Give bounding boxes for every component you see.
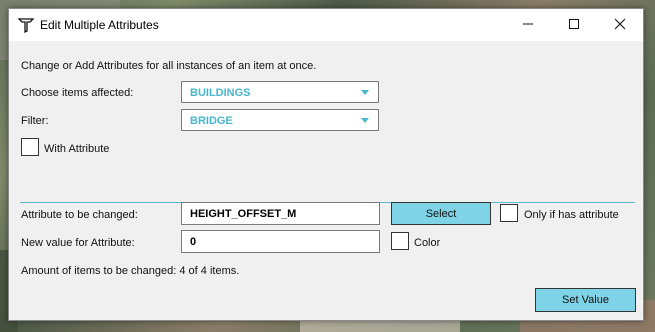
filter-value: BRIDGE [190, 115, 233, 127]
new-value-text: 0 [190, 236, 197, 248]
with-attribute-checkbox[interactable] [21, 138, 39, 156]
close-button[interactable] [597, 9, 643, 41]
items-affected-label: Choose items affected: [21, 87, 134, 99]
items-affected-value: BUILDINGS [190, 87, 251, 99]
window-title: Edit Multiple Attributes [40, 18, 159, 32]
dialog-body: Change or Add Attributes for all instanc… [9, 41, 643, 320]
amount-text: Amount of items to be changed: 4 of 4 it… [21, 265, 240, 277]
select-button-label: Select [425, 207, 457, 220]
attribute-tool-icon [17, 17, 35, 34]
only-if-has-attribute-checkbox[interactable] [500, 204, 518, 222]
maximize-button[interactable] [551, 9, 597, 41]
with-attribute-label: With Attribute [44, 143, 110, 155]
new-value-field[interactable]: 0 [181, 230, 380, 253]
filter-dropdown[interactable]: BRIDGE [181, 109, 379, 131]
close-icon [614, 18, 626, 33]
minimize-button[interactable] [505, 9, 551, 41]
edit-multiple-attributes-dialog: Edit Multiple Attributes Change or Add A… [8, 8, 644, 321]
color-label: Color [414, 237, 441, 249]
items-affected-dropdown[interactable]: BUILDINGS [181, 81, 379, 103]
attribute-name-field[interactable]: HEIGHT_OFFSET_M [181, 202, 380, 225]
minimize-icon [522, 18, 534, 33]
set-value-label: Set Value [562, 294, 609, 306]
intro-text: Change or Add Attributes for all instanc… [21, 60, 317, 72]
new-value-label: New value for Attribute: [21, 237, 135, 249]
chevron-down-icon [361, 90, 369, 95]
color-checkbox[interactable] [391, 232, 409, 250]
maximize-icon [568, 18, 580, 33]
only-if-has-attribute-label: Only if has attribute [524, 209, 619, 221]
attribute-to-change-label: Attribute to be changed: [21, 209, 138, 221]
filter-label: Filter: [21, 115, 49, 127]
set-value-button[interactable]: Set Value [535, 288, 636, 312]
title-bar[interactable]: Edit Multiple Attributes [9, 9, 643, 41]
select-attribute-button[interactable]: Select [391, 202, 491, 225]
chevron-down-icon [361, 118, 369, 123]
attribute-name-value: HEIGHT_OFFSET_M [190, 208, 297, 220]
